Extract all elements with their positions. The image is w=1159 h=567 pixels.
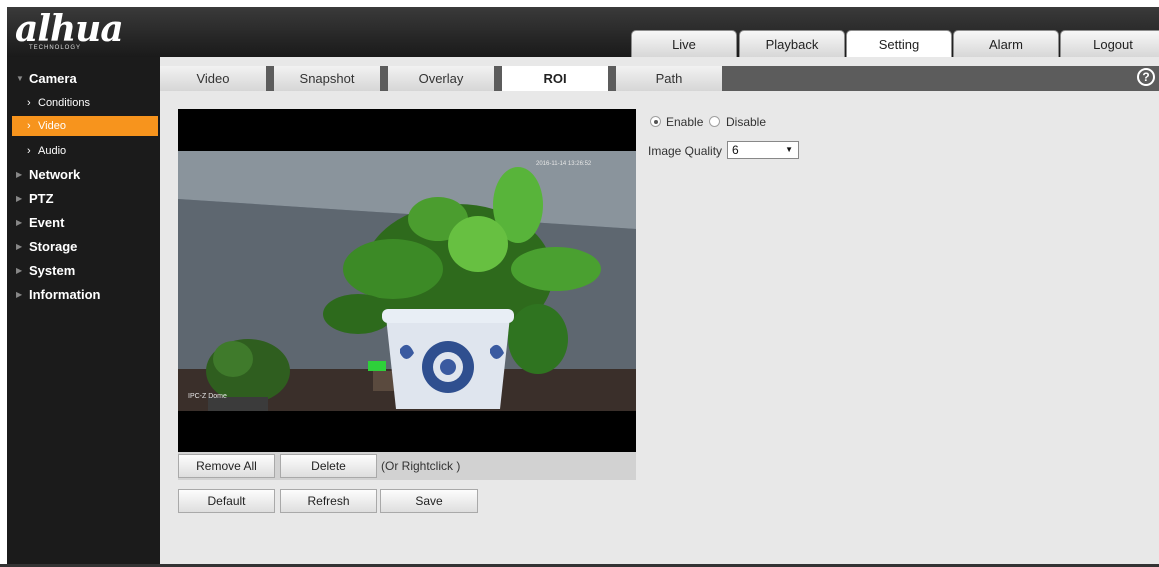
brand-logo: alhua <box>15 8 124 50</box>
sidebar-item-event[interactable]: ▶ Event <box>7 212 160 234</box>
sidebar-item-label: Event <box>29 215 65 230</box>
osd-channel-name: IPC-Z Dome <box>188 393 227 400</box>
sidebar-subitem-label: Audio <box>38 145 67 157</box>
tab-snapshot[interactable]: Snapshot <box>274 66 380 91</box>
image-quality-label: Image Quality <box>648 144 723 158</box>
rightclick-hint: (Or Rightclick ) <box>381 459 461 473</box>
nav-logout[interactable]: Logout <box>1060 30 1159 57</box>
nav-alarm[interactable]: Alarm <box>953 30 1059 57</box>
nav-playback[interactable]: Playback <box>739 30 845 57</box>
tab-video[interactable]: Video <box>160 66 266 91</box>
roi-panel: 2016-11-14 13:26:52 IPC-Z Dome Remove Al… <box>178 109 636 480</box>
sidebar-item-system[interactable]: ▶ System <box>7 260 160 282</box>
chevron-right-icon: › <box>27 97 31 109</box>
sidebar-item-label: System <box>29 263 76 278</box>
collapsed-triangle-icon: ▶ <box>16 194 23 203</box>
sub-tab-bar: Video Snapshot Overlay ROI Path ? <box>160 66 1159 91</box>
dropdown-arrow-icon: ▼ <box>785 145 793 154</box>
sidebar-subitem-audio[interactable]: › Audio <box>7 141 160 161</box>
osd-timestamp: 2016-11-14 13:26:52 <box>536 161 592 167</box>
app-window: alhua TECHNOLOGY Live Playback Setting A… <box>0 0 1159 567</box>
collapsed-triangle-icon: ▶ <box>16 290 23 299</box>
nav-live[interactable]: Live <box>631 30 737 57</box>
tab-overlay[interactable]: Overlay <box>388 66 494 91</box>
sidebar-item-label: Camera <box>29 71 77 86</box>
chevron-right-icon: › <box>27 145 31 157</box>
sidebar-item-label: PTZ <box>29 191 54 206</box>
enable-radio[interactable] <box>650 116 661 127</box>
collapsed-triangle-icon: ▶ <box>16 218 23 227</box>
enable-label: Enable <box>666 115 704 129</box>
sidebar-subitem-video[interactable]: › Video <box>12 116 158 136</box>
sidebar-subitem-conditions[interactable]: › Conditions <box>7 93 160 113</box>
default-button[interactable]: Default <box>178 489 275 513</box>
help-icon[interactable]: ? <box>1137 68 1155 86</box>
collapsed-triangle-icon: ▶ <box>16 242 23 251</box>
brand-logo-subtitle: TECHNOLOGY <box>29 45 82 51</box>
top-header: alhua TECHNOLOGY Live Playback Setting A… <box>7 7 1159 57</box>
settings-sidebar: ▼ Camera › Conditions › Video › Audio ▶ … <box>7 57 160 567</box>
delete-button[interactable]: Delete <box>280 454 377 478</box>
sidebar-subitem-label: Conditions <box>38 97 90 109</box>
sidebar-item-label: Storage <box>29 239 78 254</box>
video-preview[interactable]: 2016-11-14 13:26:52 IPC-Z Dome <box>178 109 636 452</box>
remove-all-button[interactable]: Remove All <box>178 454 275 478</box>
sidebar-item-ptz[interactable]: ▶ PTZ <box>7 188 160 210</box>
refresh-button[interactable]: Refresh <box>280 489 377 513</box>
sidebar-item-label: Network <box>29 167 81 182</box>
sidebar-item-camera[interactable]: ▼ Camera <box>7 68 160 90</box>
sidebar-item-storage[interactable]: ▶ Storage <box>7 236 160 258</box>
chevron-right-icon: › <box>27 120 31 132</box>
sidebar-item-label: Information <box>29 287 101 302</box>
collapsed-triangle-icon: ▶ <box>16 170 23 179</box>
collapsed-triangle-icon: ▶ <box>16 266 23 275</box>
image-quality-select[interactable]: 6 ▼ <box>727 141 799 159</box>
image-quality-value: 6 <box>732 143 739 157</box>
tab-path[interactable]: Path <box>616 66 722 91</box>
sidebar-item-information[interactable]: ▶ Information <box>7 284 160 306</box>
sidebar-item-network[interactable]: ▶ Network <box>7 164 160 186</box>
tab-roi[interactable]: ROI <box>502 66 608 91</box>
disable-label: Disable <box>726 115 767 129</box>
save-button[interactable]: Save <box>380 489 478 513</box>
main-content: Video Snapshot Overlay ROI Path ? 2016-1… <box>160 57 1159 567</box>
nav-setting[interactable]: Setting <box>846 30 952 57</box>
expanded-triangle-icon: ▼ <box>16 74 24 83</box>
sidebar-subitem-label: Video <box>38 120 66 132</box>
disable-radio[interactable] <box>709 116 720 127</box>
